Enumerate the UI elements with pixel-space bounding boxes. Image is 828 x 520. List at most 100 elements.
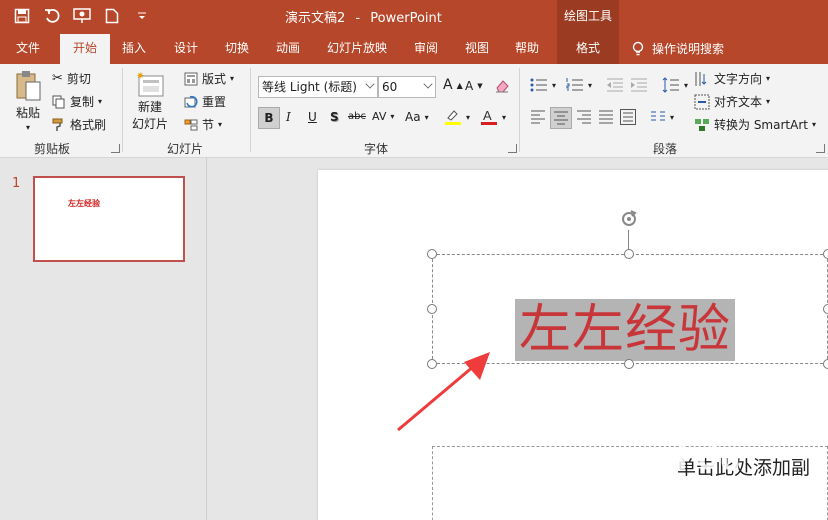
italic-button[interactable]: I bbox=[286, 110, 291, 124]
paste-label: 粘贴 bbox=[15, 106, 40, 120]
align-right-icon bbox=[577, 110, 591, 124]
highlight-color-button[interactable]: ▾ bbox=[444, 108, 470, 126]
cut-button[interactable]: ✂ 剪切 bbox=[52, 70, 91, 87]
align-left-icon bbox=[531, 110, 545, 124]
justify-icon bbox=[599, 110, 613, 124]
tab-home[interactable]: 开始 bbox=[60, 34, 110, 64]
subtitle-placeholder[interactable]: 单击此处添加副 bbox=[432, 446, 828, 520]
tell-me-search[interactable]: 操作说明搜索 bbox=[632, 40, 724, 57]
resize-handle-left[interactable] bbox=[427, 304, 437, 314]
numbering-icon bbox=[566, 78, 583, 91]
tab-view[interactable]: 视图 bbox=[461, 32, 493, 64]
clear-formatting-button[interactable] bbox=[494, 78, 510, 94]
section-dropdown-icon: ▾ bbox=[218, 120, 223, 129]
tab-help[interactable]: 帮助 bbox=[511, 32, 543, 64]
slide-canvas[interactable]: 左左经验 单击此处添加副 Bai du jingyan.baidu.com bbox=[318, 170, 828, 520]
resize-handle-bottom[interactable] bbox=[624, 359, 634, 369]
eraser-icon bbox=[496, 80, 509, 93]
decrease-indent-button[interactable] bbox=[606, 77, 624, 93]
font-name-combo[interactable]: 等线 Light (标题) bbox=[258, 76, 378, 98]
paste-button[interactable]: 粘贴 ▾ bbox=[14, 70, 42, 132]
tell-me-label: 操作说明搜索 bbox=[652, 42, 725, 56]
convert-smartart-button[interactable]: 转换为 SmartArt ▾ bbox=[694, 116, 816, 133]
resize-handle-bottom-right[interactable] bbox=[823, 359, 828, 369]
undo-icon[interactable] bbox=[42, 6, 62, 26]
save-icon[interactable] bbox=[12, 6, 32, 26]
slides-group-label: 幻灯片 bbox=[167, 142, 204, 156]
font-name-value: 等线 Light (标题) bbox=[262, 80, 357, 94]
align-text-button[interactable]: 对齐文本 ▾ bbox=[694, 93, 770, 110]
copy-button[interactable]: 复制 ▾ bbox=[52, 93, 102, 110]
svg-text:A: A bbox=[483, 108, 492, 123]
font-size-value: 60 bbox=[382, 80, 398, 94]
bullets-button[interactable]: ▾ bbox=[530, 77, 556, 93]
text-direction-label: 文字方向 bbox=[714, 72, 763, 86]
tab-design[interactable]: 设计 bbox=[170, 32, 202, 64]
shadow-icon: S bbox=[330, 110, 339, 124]
strikethrough-button[interactable]: abc bbox=[348, 111, 366, 122]
tab-file[interactable]: 文件 bbox=[12, 32, 44, 64]
slide-editing-area: 左左经验 单击此处添加副 Bai du jingyan.baidu.com bbox=[208, 158, 828, 520]
shrink-font-button[interactable]: A ▼ bbox=[465, 79, 483, 93]
resize-handle-top-left[interactable] bbox=[427, 249, 437, 259]
smartart-dropdown-icon: ▾ bbox=[811, 120, 816, 129]
change-case-button[interactable]: Aa ▾ bbox=[405, 110, 429, 124]
font-size-combo[interactable]: 60 bbox=[378, 76, 436, 98]
line-spacing-button[interactable]: ▾ bbox=[662, 77, 688, 93]
tab-slideshow[interactable]: 幻灯片放映 bbox=[323, 32, 391, 64]
tab-transitions[interactable]: 切换 bbox=[221, 32, 253, 64]
increase-indent-icon bbox=[631, 78, 647, 92]
new-slide-label-2: 幻灯片 bbox=[132, 117, 169, 131]
grow-font-button[interactable]: A ▲ bbox=[443, 77, 463, 93]
font-name-dropdown-icon[interactable] bbox=[365, 79, 375, 89]
resize-handle-right[interactable] bbox=[823, 304, 828, 314]
start-slideshow-icon[interactable] bbox=[72, 6, 92, 26]
resize-handle-top-right[interactable] bbox=[823, 249, 828, 259]
annotation-arrow-icon bbox=[397, 352, 490, 432]
clipboard-launcher-icon[interactable] bbox=[111, 144, 120, 153]
new-file-icon[interactable] bbox=[102, 6, 122, 26]
section-label: 节 bbox=[202, 118, 215, 132]
paragraph-launcher-icon[interactable] bbox=[816, 144, 825, 153]
group-divider bbox=[250, 68, 251, 152]
bold-button[interactable]: B bbox=[258, 107, 280, 129]
text-direction-icon bbox=[695, 71, 707, 86]
shadow-button[interactable]: S bbox=[330, 110, 339, 124]
copy-dropdown-icon: ▾ bbox=[98, 97, 103, 106]
lightbulb-icon bbox=[632, 41, 644, 55]
resize-handle-top[interactable] bbox=[624, 249, 634, 259]
layout-label: 版式 bbox=[202, 72, 227, 86]
underline-icon: U bbox=[308, 110, 317, 124]
thumbnail-title: 左左经验 bbox=[68, 198, 100, 208]
change-case-icon: Aa bbox=[405, 110, 421, 124]
align-left-button[interactable] bbox=[530, 110, 546, 124]
reset-button[interactable]: 重置 bbox=[184, 93, 226, 110]
rotate-handle-icon[interactable] bbox=[618, 208, 640, 230]
tab-format[interactable]: 格式 bbox=[557, 32, 619, 64]
paragraph-group-label: 段落 bbox=[653, 142, 678, 156]
underline-button[interactable]: U bbox=[308, 110, 317, 124]
new-slide-button[interactable]: ✷ 新建 幻灯片 bbox=[132, 70, 168, 132]
align-center-button[interactable] bbox=[550, 107, 572, 129]
tab-insert[interactable]: 插入 bbox=[118, 32, 150, 64]
slide-thumbnail[interactable]: 左左经验 bbox=[33, 176, 185, 262]
font-launcher-icon[interactable] bbox=[508, 144, 517, 153]
character-spacing-button[interactable]: AV ▾ bbox=[372, 110, 394, 123]
increase-indent-button[interactable] bbox=[630, 77, 648, 93]
smartart-icon bbox=[695, 118, 709, 131]
numbering-button[interactable]: ▾ bbox=[566, 77, 592, 93]
tab-animations[interactable]: 动画 bbox=[272, 32, 304, 64]
layout-button[interactable]: 版式 ▾ bbox=[184, 70, 234, 87]
distributed-button[interactable] bbox=[620, 109, 636, 125]
font-size-dropdown-icon[interactable] bbox=[423, 79, 433, 89]
text-direction-button[interactable]: 文字方向 ▾ bbox=[694, 70, 770, 87]
slide-title-text[interactable]: 左左经验 bbox=[515, 299, 736, 361]
customize-qat-icon[interactable] bbox=[132, 6, 152, 26]
justify-button[interactable] bbox=[598, 110, 614, 124]
format-painter-button[interactable]: 格式刷 bbox=[52, 116, 106, 133]
section-button[interactable]: 节 ▾ bbox=[184, 116, 222, 133]
columns-button[interactable]: ▾ bbox=[650, 110, 674, 124]
font-color-button[interactable]: A ▾ bbox=[480, 108, 506, 126]
align-right-button[interactable] bbox=[576, 110, 592, 124]
tab-review[interactable]: 审阅 bbox=[410, 32, 442, 64]
